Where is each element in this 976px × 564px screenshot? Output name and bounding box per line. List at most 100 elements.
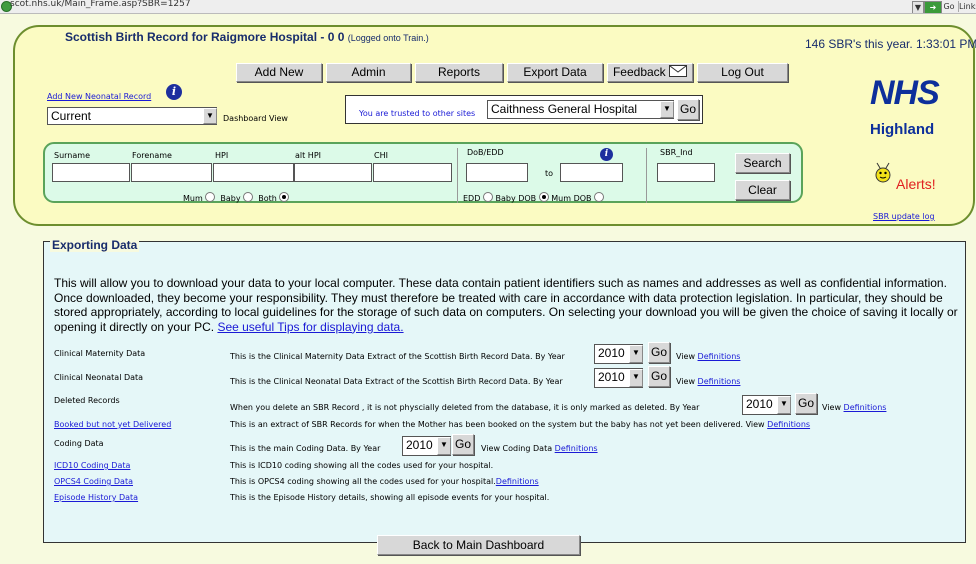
go-button-coding-data[interactable]: Go <box>452 434 474 455</box>
row-title-icd10-coding[interactable]: ICD10 Coding Data <box>54 461 130 470</box>
chevron-down-icon: ▼ <box>629 369 643 387</box>
alerts-link[interactable]: Alerts! <box>896 176 936 192</box>
row-desc-episode-history: This is the Episode History details, sho… <box>230 493 550 502</box>
row-desc-clinical-neonatal: This is the Clinical Neonatal Data Extra… <box>230 377 563 386</box>
feedback-label: Feedback <box>612 65 666 79</box>
year-select-coding-data[interactable]: 2010 ▼ <box>402 436 451 456</box>
go-button-clinical-maternity[interactable]: Go <box>648 342 670 363</box>
year-select-clinical-maternity[interactable]: 2010 ▼ <box>594 344 643 364</box>
clear-button[interactable]: Clear <box>735 180 790 200</box>
browser-go-button[interactable]: Go <box>942 1 956 12</box>
view-definitions-clinical-neonatal: View Definitions <box>676 377 740 386</box>
row-desc-text: This is OPCS4 coding showing all the cod… <box>230 477 496 486</box>
go-arrow-icon[interactable]: ➜ <box>924 1 942 13</box>
alt-hpi-label: alt HPI <box>295 151 322 160</box>
envelope-icon <box>669 65 688 77</box>
dropdown-arrow-icon[interactable]: ▼ <box>912 1 924 13</box>
tips-link[interactable]: See useful Tips for displaying data. <box>217 320 403 334</box>
add-neonatal-record-link[interactable]: Add New Neonatal Record <box>47 92 151 101</box>
export-intro-text: This will allow you to download your dat… <box>54 276 958 334</box>
feedback-button[interactable]: Feedback <box>607 63 693 82</box>
view-definitions-clinical-maternity: View Definitions <box>676 352 740 361</box>
date-from-input[interactable] <box>466 163 528 182</box>
go-button-clinical-neonatal[interactable]: Go <box>648 366 670 387</box>
both-radio[interactable] <box>279 192 290 202</box>
divider <box>646 148 647 203</box>
view-label: View Coding Data <box>481 444 553 453</box>
row-desc-booked-not-delivered: This is an extract of SBR Records for wh… <box>230 420 810 429</box>
info-icon[interactable]: i <box>600 148 613 161</box>
admin-button[interactable]: Admin <box>326 63 411 82</box>
hospital-title: Scottish Birth Record for Raigmore Hospi… <box>65 30 345 44</box>
browser-links-button[interactable]: Links <box>958 1 976 12</box>
chi-input[interactable] <box>373 163 452 182</box>
chevron-down-icon: ▼ <box>437 437 451 455</box>
date-to-label: to <box>545 169 554 178</box>
view-definitions-coding-data: View Coding Data Definitions <box>481 444 598 453</box>
sbr-update-log-link[interactable]: SBR update log <box>873 212 935 221</box>
add-new-button[interactable]: Add New <box>236 63 322 82</box>
browser-address-bar: scot.nhs.uk/Main_Frame.asp?SBR=1257 ▼ ➜ … <box>0 0 976 14</box>
date-to-input[interactable] <box>560 163 623 182</box>
reports-button[interactable]: Reports <box>415 63 503 82</box>
row-title-clinical-maternity: Clinical Maternity Data <box>54 349 146 358</box>
back-to-dashboard-button[interactable]: Back to Main Dashboard <box>377 535 580 555</box>
row-desc-coding-data: This is the main Coding Data. By Year <box>230 444 381 453</box>
export-data-button[interactable]: Export Data <box>507 63 603 82</box>
row-title-booked-not-delivered[interactable]: Booked but not yet Delivered <box>54 420 171 429</box>
patient-type-radios: Mum Baby Both <box>183 192 290 203</box>
definitions-link[interactable]: Definitions <box>496 477 539 486</box>
divider <box>457 148 458 203</box>
definitions-link[interactable]: Definitions <box>844 403 887 412</box>
view-definitions-deleted-records: View Definitions <box>822 403 886 412</box>
mum-dob-radio[interactable] <box>594 192 605 202</box>
row-title-episode-history[interactable]: Episode History Data <box>54 493 138 502</box>
baby-radio[interactable] <box>243 192 254 202</box>
row-desc-deleted-records: When you delete an SBR Record , it is no… <box>230 403 700 412</box>
dashboard-view-label: Dashboard View <box>223 114 288 123</box>
trusted-site-go-button[interactable]: Go <box>677 99 699 120</box>
info-icon[interactable]: i <box>166 84 182 100</box>
hpi-input[interactable] <box>213 163 294 182</box>
dashboard-view-select[interactable]: Current ▼ <box>47 107 217 125</box>
view-label: View <box>676 377 695 386</box>
chevron-down-icon: ▼ <box>203 108 217 124</box>
dashboard-view-value: Current <box>51 109 92 123</box>
year-value: 2010 <box>406 438 433 452</box>
definitions-link[interactable]: Definitions <box>555 444 598 453</box>
login-note: (Logged onto Train.) <box>347 33 429 43</box>
intro-text: This will allow you to download your dat… <box>54 276 958 334</box>
row-title-opcs4-coding[interactable]: OPCS4 Coding Data <box>54 477 133 486</box>
search-button[interactable]: Search <box>735 153 790 173</box>
chevron-down-icon: ▼ <box>777 396 791 414</box>
alert-bug-icon[interactable] <box>872 162 894 184</box>
year-value: 2010 <box>746 397 773 411</box>
surname-label: Surname <box>54 151 90 160</box>
baby-dob-radio[interactable] <box>538 192 549 202</box>
address-url[interactable]: scot.nhs.uk/Main_Frame.asp?SBR=1257 <box>10 0 191 9</box>
alt-hpi-input[interactable] <box>294 163 372 182</box>
year-value: 2010 <box>598 370 625 384</box>
row-desc-icd10-coding: This is ICD10 coding showing all the cod… <box>230 461 494 470</box>
trusted-site-select[interactable]: Caithness General Hospital ▼ <box>487 100 674 119</box>
log-out-button[interactable]: Log Out <box>697 63 788 82</box>
definitions-link[interactable]: Definitions <box>767 420 810 429</box>
mum-radio[interactable] <box>205 192 216 202</box>
hpi-label: HPI <box>215 151 229 160</box>
trusted-site-value: Caithness General Hospital <box>491 102 638 116</box>
surname-input[interactable] <box>52 163 130 182</box>
nhs-logo: NHS <box>870 74 940 112</box>
row-title-clinical-neonatal: Clinical Neonatal Data <box>54 373 144 382</box>
dob-edd-label: DoB/EDD <box>467 148 504 157</box>
year-select-clinical-neonatal[interactable]: 2010 ▼ <box>594 368 643 388</box>
definitions-link[interactable]: Definitions <box>698 352 741 361</box>
edd-radio[interactable] <box>482 192 493 202</box>
date-type-radios: EDD Baby DOB Mum DOB <box>463 192 605 203</box>
forename-input[interactable] <box>131 163 212 182</box>
mum-label: Mum <box>183 194 203 203</box>
year-select-deleted-records[interactable]: 2010 ▼ <box>742 395 791 415</box>
both-label: Both <box>258 194 277 203</box>
definitions-link[interactable]: Definitions <box>698 377 741 386</box>
go-button-deleted-records[interactable]: Go <box>795 393 817 414</box>
sbr-ind-input[interactable] <box>657 163 715 182</box>
